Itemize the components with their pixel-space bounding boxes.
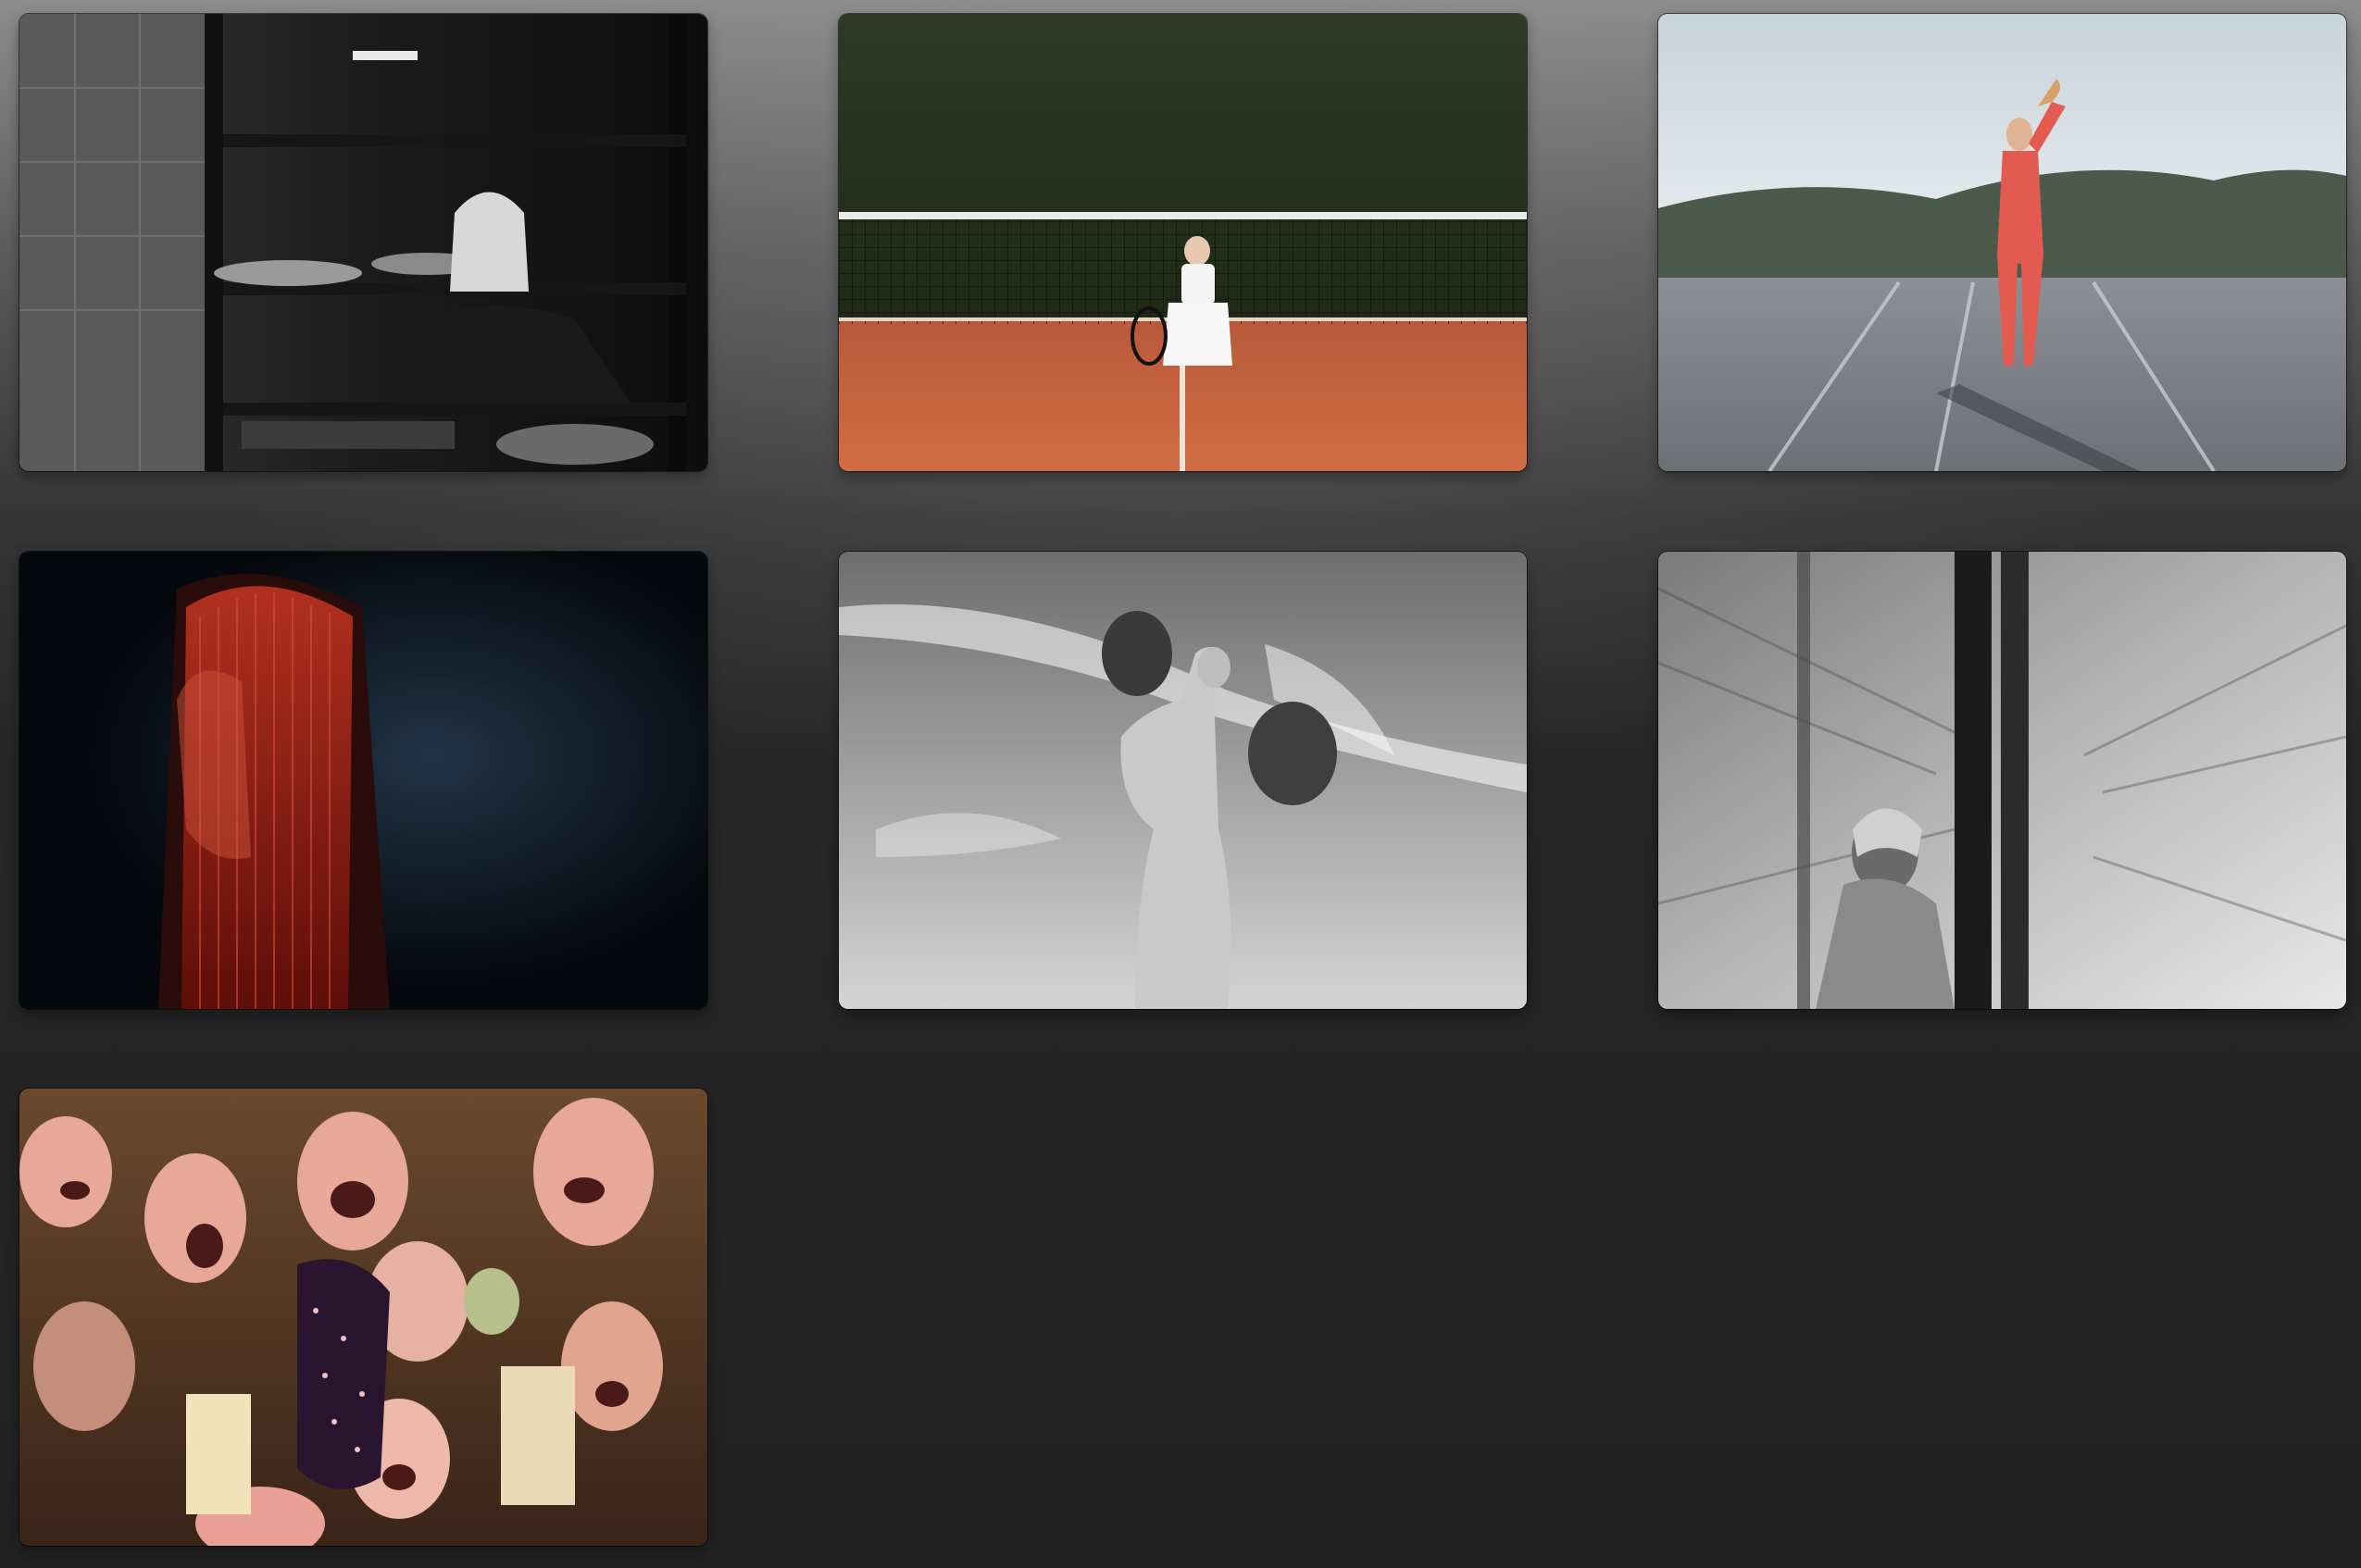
red-hair-curtain-portrait-photo-icon xyxy=(19,552,707,1009)
photo-thumbnail-balloons[interactable] xyxy=(839,552,1527,1009)
masks-crowd-photo-icon xyxy=(19,1089,707,1546)
photo-thumbnail-red-hair-portrait[interactable] xyxy=(19,552,707,1009)
motion-blur-window-photo-icon xyxy=(1658,552,2346,1009)
tennis-court-photo-icon xyxy=(839,14,1527,471)
photo-gallery-grid xyxy=(0,0,2361,1568)
red-bodysuit-rooftop-photo-icon xyxy=(1658,14,2346,471)
photo-thumbnail-red-bodysuit[interactable] xyxy=(1658,14,2346,471)
kitchen-shelf-portrait-photo-icon xyxy=(19,14,707,471)
photo-thumbnail-motion-blur-window[interactable] xyxy=(1658,552,2346,1009)
balloons-sky-photo-icon xyxy=(839,552,1527,1009)
photo-thumbnail-masks-crowd[interactable] xyxy=(19,1089,707,1546)
photo-thumbnail-tennis-court[interactable] xyxy=(839,14,1527,471)
photo-thumbnail-kitchen-shelf[interactable] xyxy=(19,14,707,471)
